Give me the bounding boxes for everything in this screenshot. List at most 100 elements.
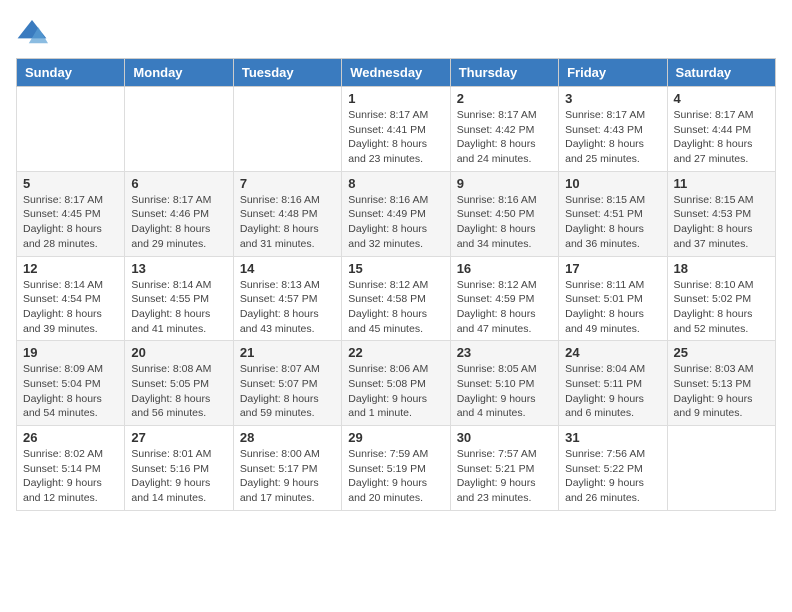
day-number: 27: [131, 430, 226, 445]
calendar-cell: 3Sunrise: 8:17 AMSunset: 4:43 PMDaylight…: [559, 87, 667, 172]
day-info: Sunrise: 7:57 AMSunset: 5:21 PMDaylight:…: [457, 447, 552, 506]
calendar: SundayMondayTuesdayWednesdayThursdayFrid…: [16, 58, 776, 511]
weekday-header: Tuesday: [233, 59, 341, 87]
calendar-cell: 1 Sunrise: 8:17 AMSunset: 4:41 PMDaylight…: [342, 87, 450, 172]
day-info: Sunrise: 8:14 AMSunset: 4:54 PMDaylight:…: [23, 278, 118, 337]
day-number: 11: [674, 176, 769, 191]
day-info: Sunrise: 8:15 AMSunset: 4:53 PMDaylight:…: [674, 193, 769, 252]
calendar-cell: 19 Sunrise: 8:09 AMSunset: 5:04 PMDayligh…: [17, 341, 125, 426]
day-number: 8: [348, 176, 443, 191]
calendar-cell: 7 Sunrise: 8:16 AMSunset: 4:48 PMDaylight…: [233, 171, 341, 256]
day-number: 29: [348, 430, 443, 445]
day-info: Sunrise: 8:06 AMSunset: 5:08 PMDaylight:…: [348, 362, 443, 421]
calendar-cell: 4 Sunrise: 8:17 AMSunset: 4:44 PMDaylight…: [667, 87, 775, 172]
day-info: Sunrise: 8:16 AMSunset: 4:48 PMDaylight:…: [240, 193, 335, 252]
calendar-week-row: 5Sunrise: 8:17 AMSunset: 4:45 PMDaylight…: [17, 171, 776, 256]
weekday-header: Friday: [559, 59, 667, 87]
day-number: 15: [348, 261, 443, 276]
day-number: 10: [565, 176, 660, 191]
day-info: Sunrise: 8:16 AMSunset: 4:50 PMDaylight:…: [457, 193, 552, 252]
calendar-cell: 6Sunrise: 8:17 AMSunset: 4:46 PMDaylight…: [125, 171, 233, 256]
day-info: Sunrise: 8:03 AMSunset: 5:13 PMDaylight:…: [674, 362, 769, 421]
calendar-cell: 23 Sunrise: 8:05 AMSunset: 5:10 PMDayligh…: [450, 341, 558, 426]
calendar-cell: 2 Sunrise: 8:17 AMSunset: 4:42 PMDaylight…: [450, 87, 558, 172]
calendar-cell: 28 Sunrise: 8:00 AMSunset: 5:17 PMDayligh…: [233, 426, 341, 511]
day-number: 13: [131, 261, 226, 276]
day-number: 12: [23, 261, 118, 276]
day-info: Sunrise: 8:17 AMSunset: 4:44 PMDaylight:…: [674, 108, 769, 167]
calendar-cell: 31 Sunrise: 7:56 AMSunset: 5:22 PMDayligh…: [559, 426, 667, 511]
calendar-week-row: 12 Sunrise: 8:14 AMSunset: 4:54 PMDayligh…: [17, 256, 776, 341]
day-number: 23: [457, 345, 552, 360]
calendar-cell: [233, 87, 341, 172]
weekday-header: Sunday: [17, 59, 125, 87]
calendar-cell: 22Sunrise: 8:06 AMSunset: 5:08 PMDayligh…: [342, 341, 450, 426]
day-info: Sunrise: 8:05 AMSunset: 5:10 PMDaylight:…: [457, 362, 552, 421]
day-info: Sunrise: 8:13 AMSunset: 4:57 PMDaylight:…: [240, 278, 335, 337]
calendar-cell: 29 Sunrise: 7:59 AMSunset: 5:19 PMDayligh…: [342, 426, 450, 511]
logo-icon: [16, 16, 48, 48]
day-info: Sunrise: 8:12 AMSunset: 4:58 PMDaylight:…: [348, 278, 443, 337]
day-number: 14: [240, 261, 335, 276]
calendar-week-row: 26Sunrise: 8:02 AMSunset: 5:14 PMDayligh…: [17, 426, 776, 511]
day-number: 25: [674, 345, 769, 360]
calendar-cell: 17 Sunrise: 8:11 AMSunset: 5:01 PMDayligh…: [559, 256, 667, 341]
day-number: 20: [131, 345, 226, 360]
calendar-cell: [17, 87, 125, 172]
day-info: Sunrise: 8:00 AMSunset: 5:17 PMDaylight:…: [240, 447, 335, 506]
calendar-cell: 16 Sunrise: 8:12 AMSunset: 4:59 PMDayligh…: [450, 256, 558, 341]
calendar-cell: 8 Sunrise: 8:16 AMSunset: 4:49 PMDaylight…: [342, 171, 450, 256]
calendar-cell: 26Sunrise: 8:02 AMSunset: 5:14 PMDayligh…: [17, 426, 125, 511]
day-info: Sunrise: 8:04 AMSunset: 5:11 PMDaylight:…: [565, 362, 660, 421]
day-info: Sunrise: 8:15 AMSunset: 4:51 PMDaylight:…: [565, 193, 660, 252]
day-number: 7: [240, 176, 335, 191]
day-number: 28: [240, 430, 335, 445]
day-number: 19: [23, 345, 118, 360]
calendar-cell: 9 Sunrise: 8:16 AMSunset: 4:50 PMDaylight…: [450, 171, 558, 256]
day-number: 21: [240, 345, 335, 360]
day-info: Sunrise: 7:59 AMSunset: 5:19 PMDaylight:…: [348, 447, 443, 506]
day-number: 1: [348, 91, 443, 106]
day-info: Sunrise: 8:16 AMSunset: 4:49 PMDaylight:…: [348, 193, 443, 252]
day-info: Sunrise: 8:11 AMSunset: 5:01 PMDaylight:…: [565, 278, 660, 337]
calendar-cell: 30 Sunrise: 7:57 AMSunset: 5:21 PMDayligh…: [450, 426, 558, 511]
day-number: 3: [565, 91, 660, 106]
day-info: Sunrise: 8:17 AMSunset: 4:42 PMDaylight:…: [457, 108, 552, 167]
day-number: 31: [565, 430, 660, 445]
calendar-cell: 10 Sunrise: 8:15 AMSunset: 4:51 PMDayligh…: [559, 171, 667, 256]
day-info: Sunrise: 8:09 AMSunset: 5:04 PMDaylight:…: [23, 362, 118, 421]
calendar-cell: [125, 87, 233, 172]
day-number: 4: [674, 91, 769, 106]
calendar-cell: 13 Sunrise: 8:14 AMSunset: 4:55 PMDayligh…: [125, 256, 233, 341]
weekday-header: Thursday: [450, 59, 558, 87]
day-number: 17: [565, 261, 660, 276]
day-number: 30: [457, 430, 552, 445]
calendar-cell: 18 Sunrise: 8:10 AMSunset: 5:02 PMDayligh…: [667, 256, 775, 341]
day-info: Sunrise: 7:56 AMSunset: 5:22 PMDaylight:…: [565, 447, 660, 506]
calendar-cell: 24Sunrise: 8:04 AMSunset: 5:11 PMDayligh…: [559, 341, 667, 426]
day-info: Sunrise: 8:12 AMSunset: 4:59 PMDaylight:…: [457, 278, 552, 337]
day-info: Sunrise: 8:01 AMSunset: 5:16 PMDaylight:…: [131, 447, 226, 506]
day-info: Sunrise: 8:17 AMSunset: 4:41 PMDaylight:…: [348, 108, 443, 167]
day-info: Sunrise: 8:02 AMSunset: 5:14 PMDaylight:…: [23, 447, 118, 506]
day-number: 5: [23, 176, 118, 191]
calendar-cell: 21Sunrise: 8:07 AMSunset: 5:07 PMDayligh…: [233, 341, 341, 426]
logo: [16, 16, 52, 48]
weekday-header-row: SundayMondayTuesdayWednesdayThursdayFrid…: [17, 59, 776, 87]
calendar-cell: 11 Sunrise: 8:15 AMSunset: 4:53 PMDayligh…: [667, 171, 775, 256]
day-number: 9: [457, 176, 552, 191]
calendar-cell: 25 Sunrise: 8:03 AMSunset: 5:13 PMDayligh…: [667, 341, 775, 426]
day-info: Sunrise: 8:17 AMSunset: 4:46 PMDaylight:…: [131, 193, 226, 252]
day-number: 18: [674, 261, 769, 276]
weekday-header: Wednesday: [342, 59, 450, 87]
day-number: 16: [457, 261, 552, 276]
day-info: Sunrise: 8:10 AMSunset: 5:02 PMDaylight:…: [674, 278, 769, 337]
weekday-header: Saturday: [667, 59, 775, 87]
day-number: 2: [457, 91, 552, 106]
day-info: Sunrise: 8:08 AMSunset: 5:05 PMDaylight:…: [131, 362, 226, 421]
weekday-header: Monday: [125, 59, 233, 87]
day-info: Sunrise: 8:14 AMSunset: 4:55 PMDaylight:…: [131, 278, 226, 337]
calendar-cell: 15 Sunrise: 8:12 AMSunset: 4:58 PMDayligh…: [342, 256, 450, 341]
calendar-week-row: 1 Sunrise: 8:17 AMSunset: 4:41 PMDaylight…: [17, 87, 776, 172]
page-header: [16, 16, 776, 48]
